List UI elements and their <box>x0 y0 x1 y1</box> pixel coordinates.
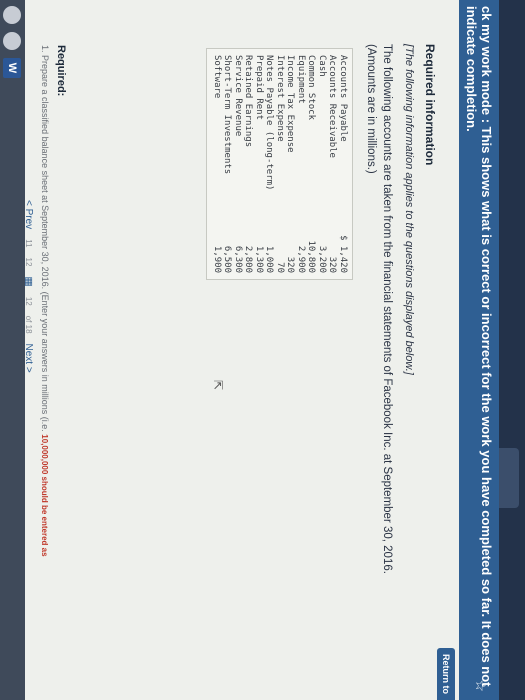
account-row: Common Stock 10,800 <box>306 49 317 280</box>
account-row: Cash 3,200 <box>317 49 327 280</box>
account-amount: 1,000 <box>264 245 275 273</box>
mouse-cursor-icon: ⇱ <box>211 380 225 391</box>
star-icon[interactable]: ☆ <box>472 679 489 692</box>
account-row: Software 1,900 <box>207 49 222 280</box>
account-name: Notes Payable (long-term) <box>264 55 275 191</box>
banner-text: ck my work mode : This shows what is cor… <box>464 6 494 687</box>
intro-text: [The following information applies to th… <box>403 44 415 375</box>
required-item-text: Prepare a classified balance sheet at Se… <box>40 55 50 432</box>
account-amount: 1,900 <box>212 245 222 273</box>
account-amount: 320 <box>285 256 296 273</box>
account-name: Equipment <box>296 55 306 104</box>
account-name: Income Tax Expense <box>285 55 296 153</box>
account-name: Short-Term Investments <box>222 55 233 175</box>
account-amount: 1,300 <box>254 245 264 273</box>
required-information-title: Required information <box>423 44 437 166</box>
taskbar: W <box>0 0 25 700</box>
account-name: Service Revenue <box>233 55 243 137</box>
account-amount: $ 1,420 <box>338 235 348 273</box>
browser-top-bar <box>499 0 525 700</box>
account-row: Notes Payable (long-term) 1,000 <box>264 49 275 280</box>
main-content: Required information [The following info… <box>206 44 437 644</box>
account-amount: 6,500 <box>222 245 233 273</box>
account-row: Income Tax Expense 320 <box>285 49 296 280</box>
account-amount: 2,800 <box>243 245 254 273</box>
browser-icon[interactable] <box>3 32 22 50</box>
required-item-hint: 10,000,000 should be entered as <box>40 434 49 557</box>
page-number: 12 <box>24 296 33 306</box>
account-row: Service Revenue 6,300 <box>233 49 243 280</box>
account-amount: 10,800 <box>306 240 317 273</box>
start-icon[interactable] <box>3 6 22 24</box>
account-name: Retained Earnings <box>243 55 254 148</box>
account-row: Interest Expense 70 <box>275 49 285 280</box>
account-row: Retained Earnings 2,800 <box>243 49 254 280</box>
browser-tab[interactable] <box>499 448 519 508</box>
check-my-work-banner: ck my work mode : This shows what is cor… <box>459 0 499 700</box>
account-amount: 2,900 <box>296 245 306 273</box>
rotated-screen: ck my work mode : This shows what is cor… <box>0 0 525 700</box>
accounts-table: Accounts Payable $ 1,420 Accounts Receivab… <box>206 48 353 280</box>
account-amount: 6,300 <box>233 245 243 273</box>
account-row: Accounts Payable $ 1,420 <box>338 49 353 280</box>
account-row: Accounts Receivable 320 <box>327 49 338 280</box>
page-of-text: of 18 <box>24 315 33 334</box>
page-number: 11 <box>24 239 33 248</box>
account-name: Prepaid Rent <box>254 55 264 121</box>
account-name: Cash <box>317 55 327 77</box>
account-amount: 3,200 <box>317 245 327 273</box>
account-row: Prepaid Rent 1,300 <box>254 49 264 280</box>
account-name: Software <box>212 55 222 99</box>
required-item-1: 1. Prepare a classified balance sheet at… <box>40 45 50 557</box>
account-amount: 70 <box>275 262 285 273</box>
account-name: Common Stock <box>306 55 317 121</box>
word-icon[interactable]: W <box>3 58 22 78</box>
account-row: Short-Term Investments 6,500 <box>222 49 233 280</box>
page-number: 12 <box>24 257 33 267</box>
required-label: Required: <box>55 45 67 97</box>
required-item-number: 1. <box>40 45 50 53</box>
account-name: Accounts Payable <box>338 55 348 142</box>
account-amount: 320 <box>327 256 338 273</box>
account-name: Accounts Receivable <box>327 55 338 158</box>
account-name: Interest Expense <box>275 55 285 142</box>
problem-paragraph: The following accounts are taken from th… <box>365 44 393 574</box>
return-button[interactable]: Return to <box>437 648 455 700</box>
account-row: Equipment 2,900 <box>296 49 306 280</box>
